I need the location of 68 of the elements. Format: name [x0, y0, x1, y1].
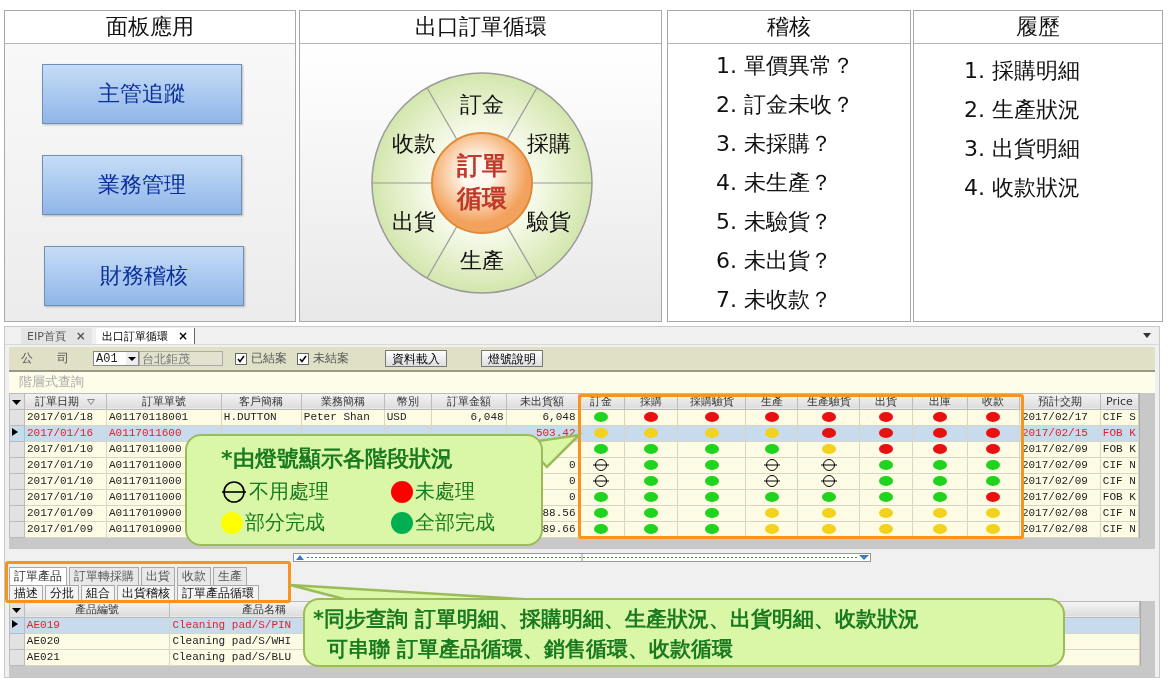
audit-item: 5. 未驗貨？ [716, 208, 833, 236]
column-header[interactable]: 訂單日期 [24, 393, 107, 410]
audit-item: 3. 未採購？ [716, 130, 833, 158]
panel-title: 稽核 [668, 11, 910, 44]
cycle-stage-label: 採購 [527, 129, 572, 158]
panel-title: 履歷 [914, 11, 1162, 44]
audit-item: 7. 未收款？ [716, 286, 833, 314]
checkbox-label: 已結案 [251, 350, 287, 368]
sort-icon[interactable] [87, 398, 96, 405]
scrollbar[interactable] [1139, 392, 1155, 538]
column-header[interactable]: Price [1100, 393, 1139, 410]
history-item: 4. 收款狀況 [964, 174, 1081, 202]
dropdown-icon[interactable] [1143, 333, 1151, 338]
column-header[interactable]: 幣別 [384, 393, 432, 410]
audit-item: 4. 未生產？ [716, 169, 833, 197]
detail-tab[interactable]: 生產 [213, 566, 247, 585]
cycle-stage-label: 出貨 [391, 207, 436, 236]
checkbox-label: 未結案 [313, 350, 349, 368]
checkbox[interactable] [297, 352, 309, 365]
column-header[interactable]: 業務簡稱 [301, 393, 385, 410]
legend-label: 不用處理 [249, 478, 329, 505]
toolbar-button[interactable]: 資料載入 [385, 350, 447, 368]
cycle-stage-label: 訂金 [459, 90, 504, 119]
menu-button[interactable]: 財務稽核 [44, 246, 244, 306]
panel-title: 出口訂單循環 [300, 11, 661, 44]
action-button[interactable]: 訂單產品循環 [177, 584, 259, 601]
current-row-icon [12, 620, 18, 629]
document-tab[interactable]: EIP首頁 × [21, 328, 92, 345]
detail-tab[interactable]: 訂單產品 [9, 566, 67, 585]
menu-button[interactable]: 業務管理 [42, 155, 242, 215]
cycle-stage-label: 收款 [391, 129, 436, 158]
detail-tab[interactable]: 出貨 [141, 566, 175, 585]
audit-item: 2. 訂金未收？ [716, 91, 855, 119]
history-item: 2. 生產狀況 [964, 96, 1081, 124]
legend-label: 部分完成 [245, 509, 325, 536]
audit-item: 1. 單價異常？ [716, 52, 855, 80]
column-header[interactable]: 訂單金額 [431, 393, 507, 410]
company-code-dropdown[interactable]: A01 [93, 351, 139, 367]
close-icon[interactable]: × [75, 329, 86, 344]
cycle-center-label: 訂單循環 [455, 149, 508, 216]
close-icon[interactable]: × [177, 329, 188, 344]
column-header[interactable]: 訂單單號 [106, 393, 222, 410]
checkbox[interactable] [235, 352, 247, 365]
callout-title: *由燈號顯示各階段狀況 [221, 445, 454, 473]
column-header[interactable]: 客戶簡稱 [221, 393, 302, 410]
legend-label: 全部完成 [415, 509, 495, 536]
company-name-field: 台北鉅茂 [139, 351, 223, 367]
cycle-stage-label: 生產 [459, 246, 504, 275]
audit-item: 6. 未出貨？ [716, 247, 833, 275]
column-header[interactable]: 未出貨額 [506, 393, 578, 410]
menu-button[interactable]: 主管追蹤 [42, 64, 242, 124]
splitter-bar[interactable] [293, 553, 871, 563]
detail-tab[interactable]: 收款 [177, 566, 211, 585]
dropdown-icon[interactable] [12, 399, 22, 405]
current-row-icon [12, 428, 18, 437]
detail-tab[interactable]: 訂單轉採購 [69, 566, 139, 585]
history-item: 1. 採購明細 [964, 57, 1081, 85]
section-label: 階層式查詢 [9, 372, 1155, 393]
history-item: 3. 出貨明細 [964, 135, 1081, 163]
toolbar-button[interactable]: 燈號說明 [481, 350, 543, 368]
cycle-stage-label: 驗貨 [527, 207, 572, 236]
dropdown-icon[interactable] [12, 607, 22, 613]
column-header[interactable]: 預計交期 [1019, 393, 1101, 410]
document-tab[interactable]: 出口訂單循環 × [95, 328, 195, 345]
panel-title: 面板應用 [5, 11, 295, 44]
field-label: 公 司 [21, 350, 70, 368]
legend-label: 未處理 [415, 478, 475, 505]
dropdown-icon[interactable] [126, 352, 138, 366]
